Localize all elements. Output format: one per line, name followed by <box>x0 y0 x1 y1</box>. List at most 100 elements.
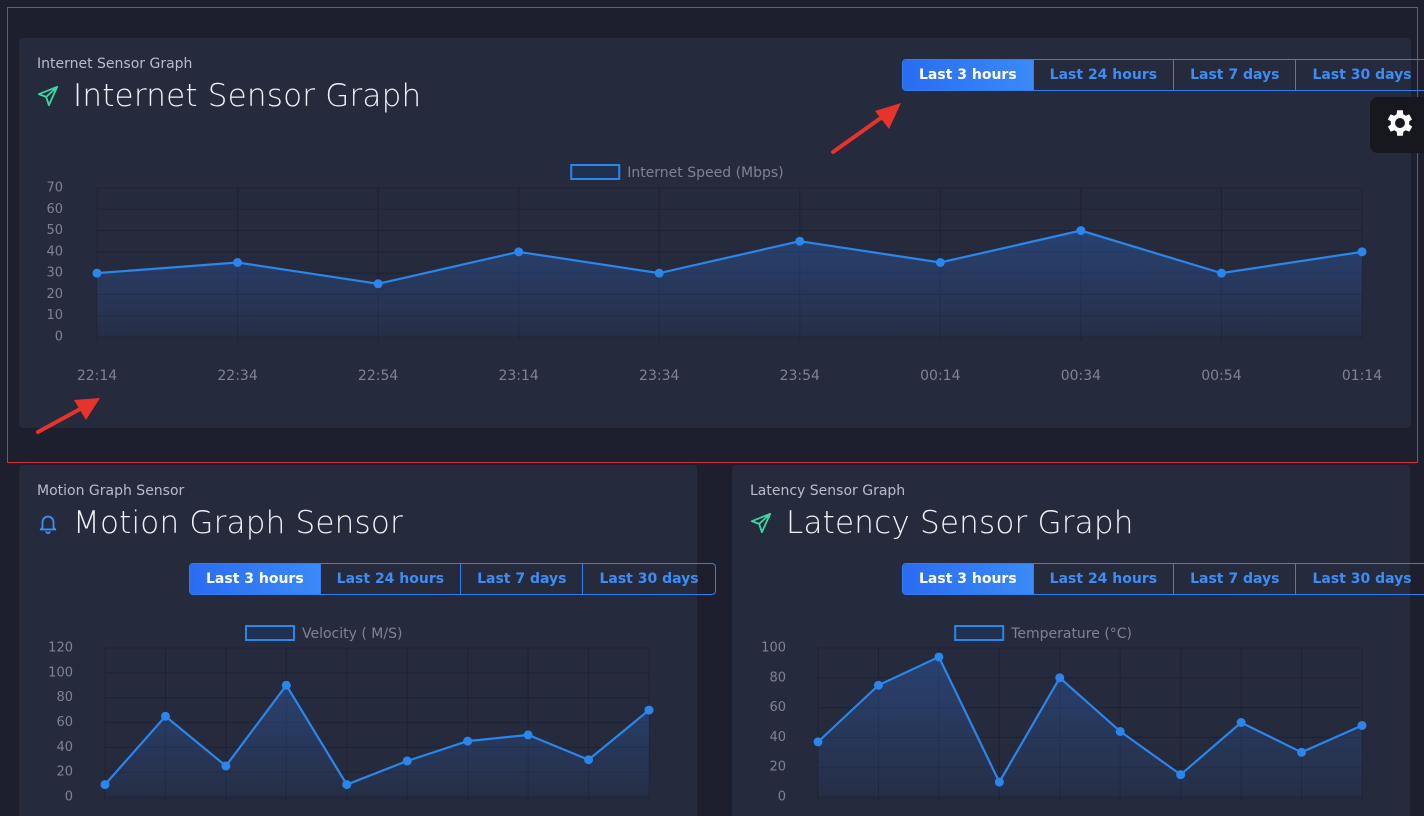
data-point <box>1297 747 1307 757</box>
data-point <box>873 680 883 690</box>
data-point <box>813 737 823 747</box>
card-title-text: Latency Sensor Graph <box>786 505 1134 541</box>
data-point <box>92 268 102 278</box>
range-last-24-hours-button[interactable]: Last 24 hours <box>319 564 460 594</box>
data-point <box>342 780 352 790</box>
y-tick-label: 80 <box>769 670 786 685</box>
data-point <box>1216 268 1226 278</box>
data-point <box>233 258 243 267</box>
y-tick-label: 40 <box>46 244 63 259</box>
range-last-30-days-button[interactable]: Last 30 days <box>1295 564 1424 594</box>
x-tick-label: 22:14 <box>77 368 117 384</box>
data-point <box>654 268 664 278</box>
range-last-30-days-button[interactable]: Last 30 days <box>1295 60 1424 90</box>
y-tick-label: 20 <box>56 765 73 780</box>
data-point <box>402 756 412 766</box>
chart-legend-label: Velocity ( M/S) <box>302 626 402 642</box>
card-subtitle: Motion Graph Sensor <box>37 483 185 499</box>
time-range-selector: Last 3 hours Last 24 hours Last 7 days L… <box>189 563 716 595</box>
time-range-selector: Last 3 hours Last 24 hours Last 7 days L… <box>902 563 1424 595</box>
y-tick-label: 0 <box>778 790 786 805</box>
data-point <box>221 761 231 771</box>
chart-legend-swatch <box>570 164 621 180</box>
range-last-3-hours-button[interactable]: Last 3 hours <box>190 564 320 594</box>
latency-sensor-card: Latency Sensor Graph Latency Sensor Grap… <box>732 465 1424 816</box>
bell-icon <box>37 512 59 534</box>
data-point <box>373 279 383 289</box>
y-tick-label: 20 <box>769 760 786 775</box>
settings-button[interactable] <box>1370 97 1424 153</box>
y-tick-label: 10 <box>46 308 63 323</box>
range-last-7-days-button[interactable]: Last 7 days <box>1173 60 1295 90</box>
y-tick-label: 60 <box>56 715 73 730</box>
y-tick-label: 30 <box>46 266 63 281</box>
data-point <box>514 247 524 257</box>
y-tick-label: 20 <box>46 287 63 302</box>
series-area <box>97 230 1362 337</box>
x-tick-label: 01:14 <box>1342 368 1382 384</box>
chart-legend-swatch <box>245 625 295 641</box>
velocity-chart: Velocity ( M/S) 0 20 40 60 80 100 120 <box>48 625 654 805</box>
data-point <box>281 680 291 690</box>
y-tick-label: 40 <box>769 730 786 745</box>
data-point <box>644 705 654 715</box>
paper-plane-icon <box>37 85 59 107</box>
x-tick-label: 23:14 <box>498 368 538 384</box>
data-point <box>1055 673 1065 683</box>
card-title-text: Internet Sensor Graph <box>73 78 422 114</box>
range-last-7-days-button[interactable]: Last 7 days <box>1173 564 1295 594</box>
y-tick-label: 60 <box>46 202 63 217</box>
x-tick-label: 22:54 <box>358 368 398 384</box>
motion-sensor-card: Motion Graph Sensor Motion Graph Sensor … <box>19 465 716 816</box>
range-last-30-days-button[interactable]: Last 30 days <box>582 564 714 594</box>
internet-sensor-card: Internet Sensor Graph Internet Sensor Gr… <box>19 38 1424 428</box>
data-point <box>463 736 473 746</box>
data-point <box>523 730 533 740</box>
data-point <box>160 711 170 721</box>
data-point <box>584 755 594 765</box>
y-tick-label: 60 <box>769 700 786 715</box>
data-point <box>935 258 945 267</box>
x-tick-label: 23:34 <box>639 368 679 384</box>
data-point <box>795 236 805 246</box>
card-title: Motion Graph Sensor <box>37 505 403 541</box>
range-last-24-hours-button[interactable]: Last 24 hours <box>1032 564 1173 594</box>
range-last-7-days-button[interactable]: Last 7 days <box>460 564 582 594</box>
y-tick-label: 40 <box>56 740 73 755</box>
data-point <box>1176 770 1186 780</box>
x-tick-label: 00:34 <box>1061 368 1101 384</box>
y-tick-label: 80 <box>56 690 73 705</box>
y-tick-label: 0 <box>65 790 73 805</box>
paper-plane-icon <box>750 512 772 534</box>
time-range-selector: Last 3 hours Last 24 hours Last 7 days L… <box>902 59 1424 91</box>
range-last-24-hours-button[interactable]: Last 24 hours <box>1032 60 1173 90</box>
x-tick-label: 00:54 <box>1201 368 1241 384</box>
dashboard-page: Internet Sensor Graph Internet Sensor Gr… <box>0 0 1424 816</box>
y-tick-label: 50 <box>46 223 63 238</box>
data-point <box>1357 247 1367 257</box>
y-tick-label: 70 <box>46 181 63 196</box>
y-tick-label: 100 <box>761 641 786 656</box>
data-point <box>1357 720 1367 730</box>
card-title: Internet Sensor Graph <box>37 78 421 114</box>
x-tick-label: 22:34 <box>217 368 257 384</box>
card-title-text: Motion Graph Sensor <box>73 505 403 541</box>
y-tick-label: 120 <box>48 641 73 656</box>
data-point <box>934 652 944 662</box>
internet-speed-chart: Internet Speed (Mbps) 0 10 20 30 40 50 60 70 22:1… <box>46 164 1382 384</box>
x-tick-label: 00:14 <box>920 368 960 384</box>
data-point <box>100 780 110 790</box>
gear-icon <box>1383 106 1417 144</box>
card-subtitle: Latency Sensor Graph <box>750 483 906 499</box>
chart-legend-label: Temperature (°C) <box>1010 626 1132 642</box>
card-title: Latency Sensor Graph <box>750 505 1134 541</box>
range-last-3-hours-button[interactable]: Last 3 hours <box>903 564 1033 594</box>
range-last-3-hours-button[interactable]: Last 3 hours <box>903 60 1033 90</box>
card-subtitle: Internet Sensor Graph <box>37 56 193 72</box>
data-point <box>1115 726 1125 736</box>
data-point <box>1236 718 1246 727</box>
x-tick-label: 23:54 <box>780 368 820 384</box>
data-point <box>1076 226 1086 236</box>
temperature-chart: Temperature (°C) 0 20 40 60 80 100 <box>761 625 1367 805</box>
data-point <box>994 777 1004 787</box>
